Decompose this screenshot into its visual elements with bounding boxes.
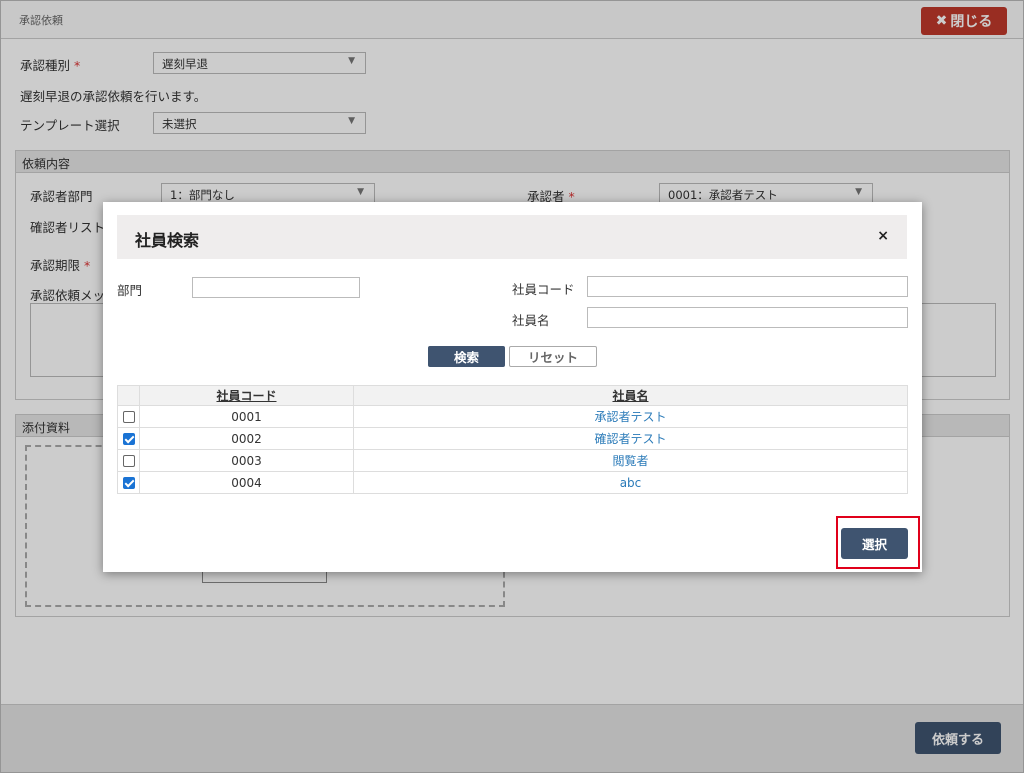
employee-search-modal: 社員検索 × 部門 社員コード 社員名 検索 リセット 社員コード 社員名 00… xyxy=(103,202,922,572)
employee-name-link[interactable]: 確認者テスト xyxy=(353,427,908,450)
employee-code-cell: 0002 xyxy=(139,427,354,450)
row-checkbox[interactable] xyxy=(122,411,135,423)
dept-input[interactable] xyxy=(192,277,360,298)
employee-name-label: 社員名 xyxy=(512,313,550,328)
employee-code-input[interactable] xyxy=(587,276,908,297)
table-row: 0004 abc xyxy=(117,471,908,494)
employee-name-input[interactable] xyxy=(587,307,908,328)
employee-code-label: 社員コード xyxy=(512,282,575,297)
employee-name-link[interactable]: 承認者テスト xyxy=(353,405,908,428)
employee-code-cell: 0001 xyxy=(139,405,354,428)
employee-name-link[interactable]: 閲覧者 xyxy=(353,449,908,472)
table-row: 0003 閲覧者 xyxy=(117,449,908,472)
row-checkbox[interactable] xyxy=(122,433,135,445)
search-button[interactable]: 検索 xyxy=(428,346,505,367)
select-button[interactable]: 選択 xyxy=(841,528,908,559)
employee-table: 社員コード 社員名 0001 承認者テスト 0002 確認者テスト 0003 閲… xyxy=(117,385,908,494)
close-icon[interactable]: × xyxy=(877,228,889,244)
modal-header: 社員検索 × xyxy=(117,215,907,259)
employee-code-cell: 0004 xyxy=(139,471,354,494)
row-checkbox[interactable] xyxy=(122,477,135,489)
row-checkbox[interactable] xyxy=(122,455,135,467)
modal-title: 社員検索 xyxy=(135,231,200,250)
employee-name-link[interactable]: abc xyxy=(353,471,908,494)
employee-code-column-header[interactable]: 社員コード xyxy=(139,385,354,406)
employee-name-column-header[interactable]: 社員名 xyxy=(353,385,908,406)
table-row: 0002 確認者テスト xyxy=(117,427,908,450)
checkbox-column-header xyxy=(117,385,140,406)
dept-label: 部門 xyxy=(117,283,143,298)
employee-code-cell: 0003 xyxy=(139,449,354,472)
reset-button[interactable]: リセット xyxy=(509,346,597,367)
table-row: 0001 承認者テスト xyxy=(117,405,908,428)
table-header-row: 社員コード 社員名 xyxy=(117,385,908,406)
